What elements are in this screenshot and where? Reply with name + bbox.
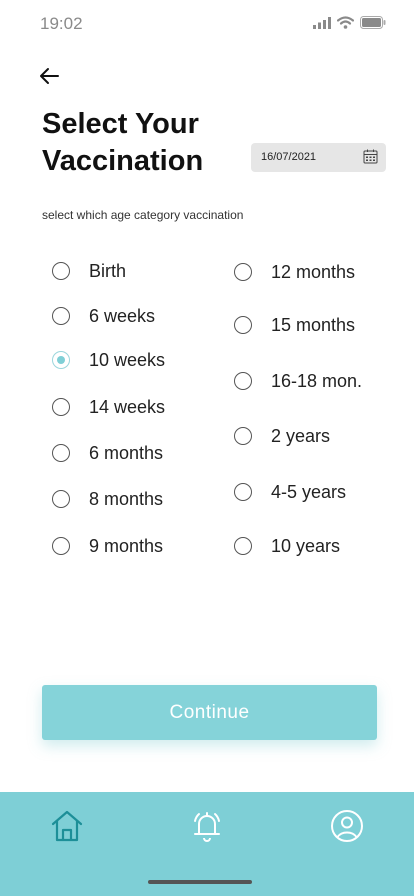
radio-6-months[interactable] — [52, 444, 70, 462]
calendar-icon[interactable] — [363, 149, 378, 164]
page-title: Select Your Vaccination — [42, 108, 204, 177]
status-bar: 19:02 — [0, 0, 414, 44]
subtitle: select which age category vaccination — [42, 208, 244, 222]
radio-birth[interactable] — [52, 262, 70, 280]
option-6-weeks[interactable]: 6 weeks — [52, 304, 155, 328]
continue-button[interactable]: Continue — [42, 685, 377, 740]
radio-10-years[interactable] — [234, 537, 252, 555]
date-value: 16/07/2021 — [261, 151, 317, 163]
status-icons — [313, 16, 386, 29]
profile-icon — [331, 810, 363, 842]
option-label: 10 years — [271, 535, 341, 556]
radio-4-5-years[interactable] — [234, 483, 252, 501]
radio-10-weeks[interactable] — [52, 351, 70, 369]
option-9-months[interactable]: 9 months — [52, 534, 163, 558]
option-label: 8 months — [89, 488, 164, 509]
option-label: Birth — [89, 260, 127, 281]
radio-6-weeks[interactable] — [52, 307, 70, 325]
status-time: 19:02 — [40, 14, 83, 33]
option-label: 6 weeks — [89, 305, 156, 326]
home-icon — [51, 810, 83, 842]
battery-icon — [360, 16, 386, 29]
option-6-months[interactable]: 6 months — [52, 441, 163, 465]
option-label: 4-5 years — [271, 481, 347, 502]
option-label: 2 years — [271, 425, 331, 446]
option-15-months[interactable]: 15 months — [234, 313, 355, 337]
signal-icon — [313, 16, 331, 29]
radio-12-months[interactable] — [234, 263, 252, 281]
option-12-months[interactable]: 12 months — [234, 260, 355, 284]
date-field[interactable]: 16/07/2021 — [251, 143, 386, 172]
arrow-left-icon — [40, 68, 59, 84]
option-10-weeks[interactable]: 10 weeks — [52, 348, 165, 372]
radio-8-months[interactable] — [52, 490, 70, 508]
option-2-years[interactable]: 2 years — [234, 424, 330, 448]
nav-home-button[interactable] — [49, 808, 85, 844]
radio-16-18-months[interactable] — [234, 372, 252, 390]
home-indicator — [148, 880, 252, 884]
option-label: 16-18 mon. — [271, 370, 363, 391]
radio-9-months[interactable] — [52, 537, 70, 555]
radio-14-weeks[interactable] — [52, 398, 70, 416]
option-label: 12 months — [271, 261, 356, 282]
option-label: 15 months — [271, 314, 356, 335]
option-label: 9 months — [89, 535, 164, 556]
option-4-5-years[interactable]: 4-5 years — [234, 480, 346, 504]
nav-profile-button[interactable] — [329, 808, 365, 844]
option-label: 6 months — [89, 442, 164, 463]
alarm-bell-icon — [194, 812, 220, 842]
radio-2-years[interactable] — [234, 427, 252, 445]
radio-15-months[interactable] — [234, 316, 252, 334]
back-button[interactable] — [38, 64, 62, 88]
option-birth[interactable]: Birth — [52, 259, 126, 283]
wifi-icon — [337, 16, 354, 29]
option-14-weeks[interactable]: 14 weeks — [52, 395, 165, 419]
option-label: 14 weeks — [89, 396, 166, 417]
nav-alarm-button[interactable] — [189, 808, 225, 844]
option-label: 10 weeks — [89, 349, 166, 370]
option-8-months[interactable]: 8 months — [52, 487, 163, 511]
bottom-nav — [0, 792, 414, 896]
option-10-years[interactable]: 10 years — [234, 534, 340, 558]
option-16-18-months[interactable]: 16-18 mon. — [234, 369, 362, 393]
